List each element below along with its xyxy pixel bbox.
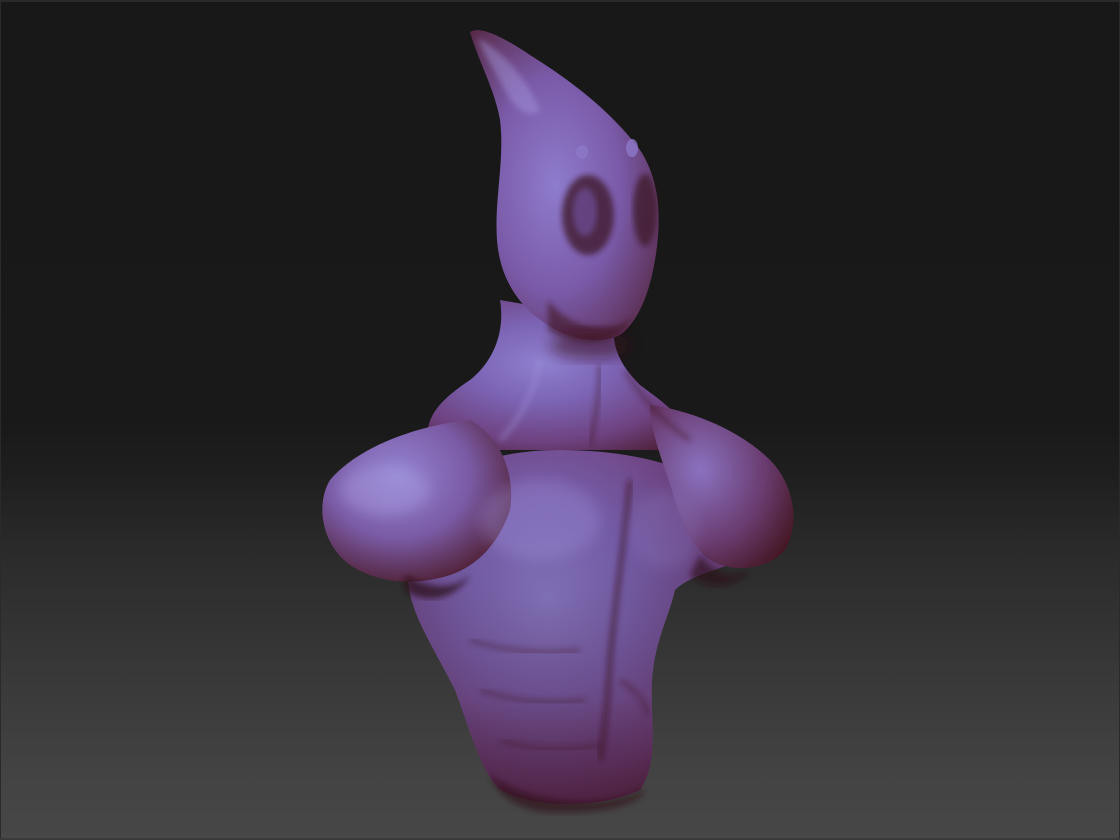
left-shoulder-highlight <box>340 465 430 515</box>
chest-highlight-right <box>630 490 700 570</box>
neck-shadow <box>550 331 630 359</box>
brow-nub-left <box>576 145 588 159</box>
sculpt-model[interactable] <box>0 0 1120 840</box>
3d-viewport-canvas[interactable] <box>0 0 1120 840</box>
chest-highlight-left <box>480 480 600 560</box>
right-eye-socket <box>633 174 657 246</box>
left-eye-socket-inner <box>573 188 597 236</box>
brow-nub-right <box>626 139 638 157</box>
